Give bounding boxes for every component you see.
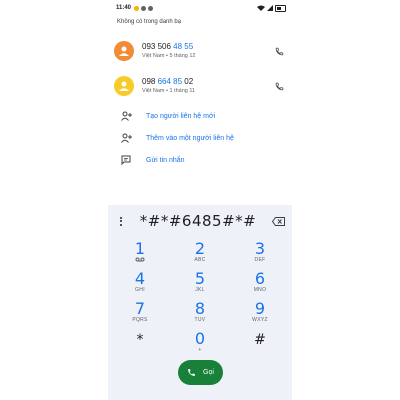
phone-icon <box>275 82 283 90</box>
more-options-icon[interactable] <box>116 216 126 226</box>
notification-icon <box>141 5 147 11</box>
backspace-button[interactable] <box>270 216 286 226</box>
message-icon <box>120 154 132 166</box>
contact-subtitle: Việt Nam • 5 tháng 12 <box>142 53 196 59</box>
key-letters: GHI <box>135 287 145 293</box>
key-6[interactable]: 6 MNO <box>240 270 280 298</box>
key-digit: 7 <box>134 299 146 318</box>
dialed-number[interactable]: *#*#6485#*# <box>126 212 270 230</box>
contact-subtitle: Việt Nam • 1 tháng 11 <box>142 88 196 94</box>
voicemail-icon <box>120 257 160 265</box>
key-2[interactable]: 2 ABC <box>180 240 220 268</box>
number-part: 02 <box>182 77 194 86</box>
person-add-icon <box>120 132 132 144</box>
key-1[interactable]: 1 <box>120 240 160 268</box>
contact-suggestion[interactable]: 098 664 85 02 Việt Nam • 1 tháng 11 <box>114 73 290 99</box>
key-5[interactable]: 5 JKL <box>180 270 220 298</box>
key-digit: 5 <box>194 269 206 288</box>
status-time: 11:40 <box>116 5 132 11</box>
key-7[interactable]: 7 PQRS <box>120 300 160 328</box>
key-3[interactable]: 3 DEF <box>240 240 280 268</box>
key-digit: * <box>136 332 144 348</box>
key-letters: ABC <box>194 257 206 263</box>
create-contact-action[interactable]: Tạo người liên hệ mới <box>120 108 215 124</box>
key-digit: 4 <box>134 269 146 288</box>
key-4[interactable]: 4 GHI <box>120 270 160 298</box>
key-digit: 9 <box>254 299 266 318</box>
key-9[interactable]: 9 WXYZ <box>240 300 280 328</box>
contact-number: 093 506 48 55 <box>142 42 272 52</box>
battery-icon <box>275 4 286 12</box>
backspace-icon <box>271 216 285 226</box>
person-icon <box>119 46 129 56</box>
add-to-contact-action[interactable]: Thêm vào một người liên hệ <box>120 130 234 146</box>
key-star[interactable]: * <box>120 332 160 360</box>
contact-info: 093 506 48 55 Việt Nam • 5 tháng 12 <box>142 42 272 60</box>
number-part: 093 506 <box>142 42 174 51</box>
key-letters: TUV <box>194 317 206 323</box>
person-icon <box>119 81 129 91</box>
call-button-main[interactable]: Gọi <box>178 360 223 385</box>
key-8[interactable]: 8 TUV <box>180 300 220 328</box>
number-part: 098 <box>142 77 158 86</box>
contact-suggestion[interactable]: 093 506 48 55 Việt Nam • 5 tháng 12 <box>114 38 290 64</box>
number-match: 48 55 <box>173 42 194 51</box>
key-digit: 0 <box>194 329 206 348</box>
key-letters: + <box>198 347 202 353</box>
call-label: Gọi <box>203 369 214 376</box>
key-digit: 6 <box>254 269 266 288</box>
key-digit: # <box>254 332 266 348</box>
status-bar: 11:40 <box>116 3 286 13</box>
key-letters: DEF <box>254 257 266 263</box>
call-button[interactable] <box>272 44 286 58</box>
dial-entry: *#*#6485#*# <box>108 211 292 231</box>
call-button[interactable] <box>272 79 286 93</box>
send-message-action[interactable]: Gửi tin nhắn <box>120 152 185 168</box>
signal-icon <box>267 5 273 11</box>
action-label: Tạo người liên hệ mới <box>146 112 216 120</box>
phone-icon <box>188 369 195 376</box>
avatar <box>114 41 134 61</box>
dialpad: *#*#6485#*# 1 2 ABC 3 DEF 4 GHI 5 JKL 6 … <box>108 205 292 400</box>
status-right <box>257 4 286 12</box>
key-letters: WXYZ <box>252 317 268 323</box>
avatar <box>114 76 134 96</box>
key-0[interactable]: 0 + <box>180 330 220 358</box>
key-letters: PQRS <box>132 317 148 323</box>
key-letters: MNO <box>253 287 267 293</box>
notification-icon <box>134 5 140 11</box>
contact-number: 098 664 85 02 <box>142 77 272 87</box>
number-match: 664 85 <box>157 77 183 86</box>
section-label: Không có trong danh bạ <box>117 19 182 25</box>
key-hash[interactable]: # <box>240 332 280 360</box>
key-digit: 2 <box>194 239 206 258</box>
person-add-icon <box>120 110 132 122</box>
phone-screen: 11:40 Không có trong danh bạ 093 506 48 … <box>108 0 292 400</box>
key-digit: 1 <box>134 239 146 258</box>
action-label: Thêm vào một người liên hệ <box>146 134 234 142</box>
contact-info: 098 664 85 02 Việt Nam • 1 tháng 11 <box>142 77 272 95</box>
key-digit: 8 <box>194 299 206 318</box>
wifi-icon <box>257 5 265 11</box>
action-label: Gửi tin nhắn <box>146 156 185 164</box>
key-letters: JKL <box>195 287 205 293</box>
key-digit: 3 <box>254 239 266 258</box>
phone-icon <box>275 47 283 55</box>
notification-icon <box>148 5 154 11</box>
